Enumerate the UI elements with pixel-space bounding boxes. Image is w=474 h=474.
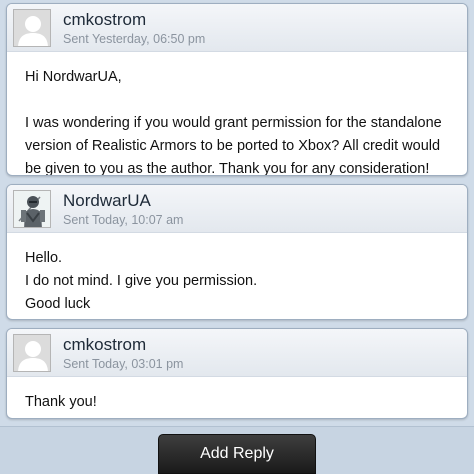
sent-timestamp: Sent Today, 10:07 am bbox=[63, 213, 184, 227]
message-body: Hello. I do not mind. I give you permiss… bbox=[7, 233, 467, 319]
add-reply-button[interactable]: Add Reply bbox=[158, 434, 316, 474]
message-card: cmkostrom Sent Yesterday, 06:50 pm Hi No… bbox=[6, 3, 468, 176]
sent-timestamp: Sent Today, 03:01 pm bbox=[63, 357, 184, 371]
message-line: I was wondering if you would grant permi… bbox=[25, 115, 442, 176]
message-header: NordwarUA Sent Today, 10:07 am bbox=[7, 185, 467, 233]
avatar[interactable] bbox=[13, 9, 51, 47]
armored-knight-avatar-icon bbox=[14, 191, 50, 227]
avatar[interactable] bbox=[13, 334, 51, 372]
message-header: cmkostrom Sent Yesterday, 06:50 pm bbox=[7, 4, 467, 52]
default-user-silhouette-icon bbox=[14, 10, 50, 46]
default-user-silhouette-icon bbox=[14, 335, 50, 371]
author-name[interactable]: cmkostrom bbox=[63, 335, 146, 355]
message-line: Hello. bbox=[25, 250, 63, 266]
message-line: I do not mind. I give you permission. bbox=[25, 273, 258, 289]
message-body: Hi NordwarUA, I was wondering if you wou… bbox=[7, 52, 467, 176]
message-header: cmkostrom Sent Today, 03:01 pm bbox=[7, 329, 467, 377]
author-name[interactable]: NordwarUA bbox=[63, 191, 151, 211]
author-name[interactable]: cmkostrom bbox=[63, 10, 146, 30]
message-line: Thank you! bbox=[25, 394, 97, 410]
message-line: Good luck bbox=[25, 296, 91, 312]
sent-timestamp: Sent Yesterday, 06:50 pm bbox=[63, 32, 206, 46]
message-body: Thank you! bbox=[7, 377, 467, 418]
message-card: NordwarUA Sent Today, 10:07 am Hello. I … bbox=[6, 184, 468, 320]
avatar[interactable] bbox=[13, 190, 51, 228]
message-card: cmkostrom Sent Today, 03:01 pm Thank you… bbox=[6, 328, 468, 419]
message-line: Hi NordwarUA, bbox=[25, 69, 122, 85]
